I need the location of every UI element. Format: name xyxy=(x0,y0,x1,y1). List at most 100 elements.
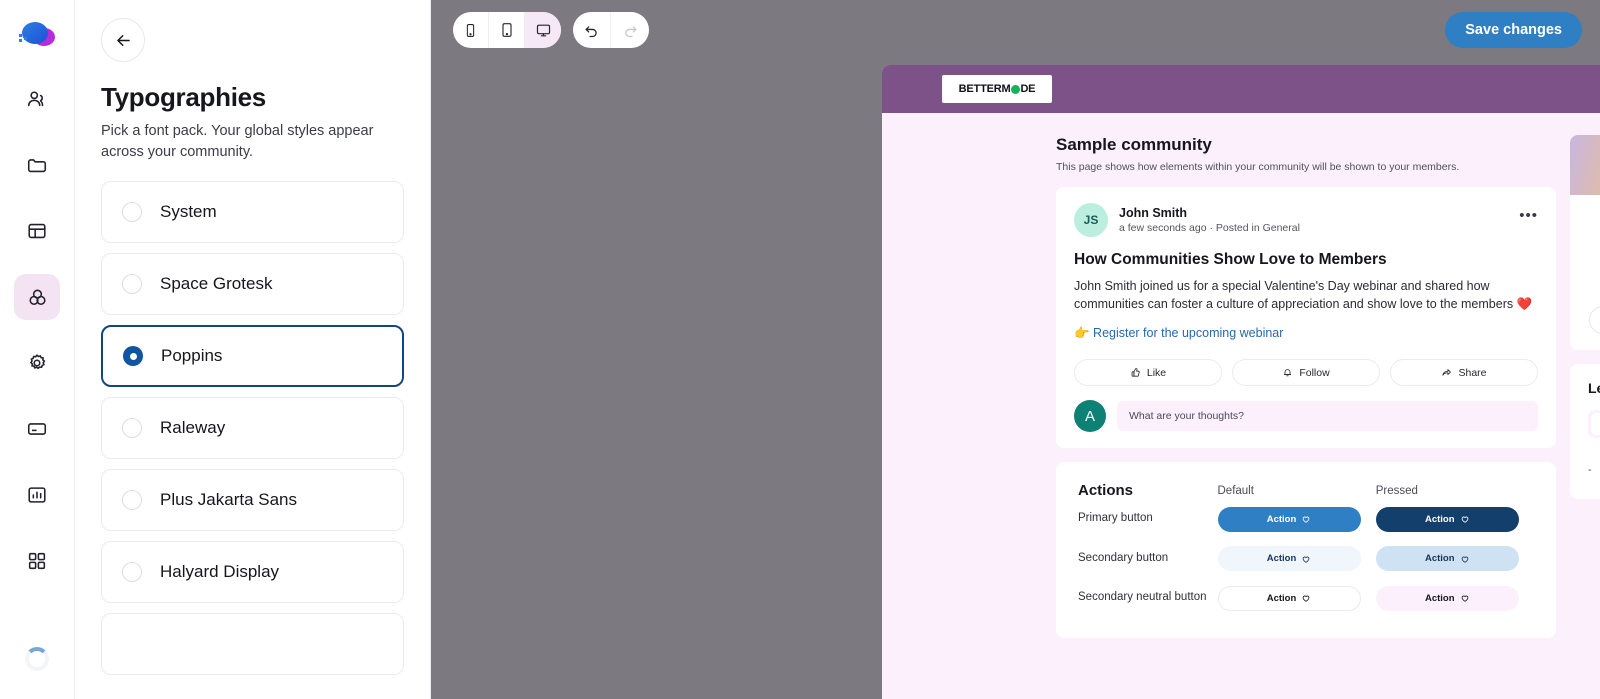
list-item[interactable]: - A Ana Nenadić (You) 74 xyxy=(1588,456,1600,483)
font-option-raleway[interactable]: Raleway xyxy=(101,397,404,460)
leaderboard-title: Leaderboard xyxy=(1588,380,1600,396)
sidebar-item-members[interactable] xyxy=(14,76,60,122)
save-changes-button[interactable]: Save changes xyxy=(1445,12,1582,48)
device-mobile-button[interactable] xyxy=(453,12,489,48)
font-option-plus-jakarta-sans[interactable]: Plus Jakarta Sans xyxy=(101,469,404,532)
primary-button-default[interactable]: Action xyxy=(1217,506,1361,532)
profile-greeting: Good evening, xyxy=(1584,242,1600,253)
community-logo-text: BETTERM DE xyxy=(959,83,1036,95)
font-option-poppins[interactable]: Poppins xyxy=(101,325,404,388)
post-header: JS John Smith a few seconds ago · Posted… xyxy=(1074,203,1538,237)
font-option-system[interactable]: System xyxy=(101,181,404,244)
like-button[interactable]: Like xyxy=(1074,359,1222,387)
sidebar-item-apps[interactable] xyxy=(14,538,60,584)
logo-text-after: DE xyxy=(1020,83,1036,95)
redo-button[interactable] xyxy=(611,12,649,48)
radio-icon xyxy=(122,202,142,223)
heart-icon xyxy=(1461,556,1468,563)
actions-card: Actions Default Pressed Primary button A… xyxy=(1056,462,1556,638)
table-row: Secondary button Action Action xyxy=(1078,539,1534,579)
heart-icon xyxy=(1461,516,1468,523)
comment-input[interactable]: What are your thoughts? xyxy=(1117,401,1538,432)
share-icon xyxy=(1442,369,1452,376)
post-action-buttons: Like Follow Share xyxy=(1074,359,1538,387)
back-button[interactable] xyxy=(101,18,145,62)
undo-button[interactable] xyxy=(573,12,611,48)
page-title: Typographies xyxy=(101,82,266,112)
cloud-logo[interactable] xyxy=(14,16,60,54)
back-arrow-icon xyxy=(116,34,130,46)
post-author-name: John Smith xyxy=(1119,206,1188,220)
community-header: BETTERMDE + A xyxy=(882,65,1600,113)
heart-icon xyxy=(1461,595,1468,602)
sidebar-item-appearance[interactable] xyxy=(14,274,60,320)
font-option-label: Raleway xyxy=(160,418,226,438)
font-option-label: Halyard Display xyxy=(160,562,280,582)
follow-button[interactable]: Follow xyxy=(1232,359,1380,387)
undo-icon xyxy=(585,25,597,37)
radio-icon xyxy=(122,490,142,511)
bell-icon xyxy=(1284,369,1292,377)
comment-composer: A What are your thoughts? xyxy=(1074,400,1538,433)
action-label: Action xyxy=(1424,513,1455,525)
device-desktop-button[interactable] xyxy=(525,12,561,48)
font-option-next[interactable] xyxy=(101,613,404,676)
table-row: Primary button Action Action xyxy=(1078,499,1534,539)
community-side-column: A Good evening, Ana Nenadić Add tagline … xyxy=(1570,135,1600,638)
secondary-neutral-button-pressed[interactable]: Action xyxy=(1375,585,1519,611)
community-preview-frame: BETTERMDE + A Sample communi xyxy=(882,65,1600,699)
actions-table: Actions Default Pressed Primary button A… xyxy=(1078,482,1534,618)
share-button[interactable]: Share xyxy=(1390,359,1538,387)
logo-text-before: BETTERM xyxy=(958,83,1011,95)
heart-icon xyxy=(1302,595,1310,602)
sidebar-item-billing[interactable] xyxy=(14,406,60,452)
radio-icon xyxy=(122,418,142,439)
page-description: Pick a font pack. Your global styles app… xyxy=(101,123,374,161)
font-pack-list: System Space Grotesk Poppins Raleway Plu… xyxy=(101,181,404,676)
leaderboard-card: Leaderboard i All time Month Week - A xyxy=(1570,364,1600,499)
post-link[interactable]: 👉 Register for the upcoming webinar xyxy=(1074,326,1538,341)
profile-card-body: A Good evening, Ana Nenadić Add tagline … xyxy=(1570,158,1600,350)
redo-icon xyxy=(624,25,636,37)
secondary-neutral-button-default[interactable]: Action xyxy=(1217,585,1361,611)
action-label: Action xyxy=(1424,553,1455,565)
device-tablet-button[interactable] xyxy=(489,12,525,48)
secondary-button-pressed[interactable]: Action xyxy=(1375,546,1519,572)
primary-button-pressed[interactable]: Action xyxy=(1375,506,1519,532)
heart-icon xyxy=(1302,516,1310,523)
add-tagline-link[interactable]: Add tagline xyxy=(1584,280,1600,292)
typographies-panel: Typographies Pick a font pack. Your glob… xyxy=(75,0,431,699)
font-option-label: Poppins xyxy=(161,346,223,366)
community-main-column: Sample community This page shows how ele… xyxy=(1056,135,1556,638)
icon-rail xyxy=(0,0,75,699)
community-logo[interactable]: BETTERM DE xyxy=(942,75,1052,103)
post-title: How Communities Show Love to Members xyxy=(1074,251,1387,268)
radio-icon xyxy=(122,562,142,583)
sidebar-item-analytics[interactable] xyxy=(14,472,60,518)
thumbs-up-icon xyxy=(1131,368,1140,377)
post-meta: a few seconds ago · Posted in General xyxy=(1119,222,1300,234)
sidebar-item-layout[interactable] xyxy=(14,208,60,254)
more-dots-icon[interactable]: ••• xyxy=(1519,207,1538,224)
loading-spinner xyxy=(25,647,49,671)
heart-icon xyxy=(1302,556,1310,563)
preview-area: Save changes BETTERMDE + A xyxy=(431,0,1600,699)
sidebar-item-settings[interactable] xyxy=(14,340,60,386)
history-controls xyxy=(573,12,649,48)
sidebar-item-content[interactable] xyxy=(14,142,60,188)
font-option-space-grotesk[interactable]: Space Grotesk xyxy=(101,253,404,316)
row-label-secondary-neutral: Secondary neutral button xyxy=(1078,591,1207,604)
community-page-title: Sample community xyxy=(1056,135,1212,154)
table-header-row: Actions Default Pressed xyxy=(1078,482,1534,499)
leaderboard-rank: - xyxy=(1588,463,1592,476)
radio-icon xyxy=(122,274,142,295)
secondary-button-default[interactable]: Action xyxy=(1217,546,1361,572)
table-row: Secondary neutral button Action Action xyxy=(1078,578,1534,618)
view-profile-button[interactable]: View profile xyxy=(1588,306,1600,334)
font-option-halyard-display[interactable]: Halyard Display xyxy=(101,541,404,604)
actions-title: Actions xyxy=(1078,482,1134,500)
post-author-avatar[interactable]: JS xyxy=(1074,203,1108,237)
tab-all-time[interactable]: All time xyxy=(1591,413,1600,435)
font-option-label: System xyxy=(160,202,217,222)
action-label: Action xyxy=(1266,592,1297,604)
